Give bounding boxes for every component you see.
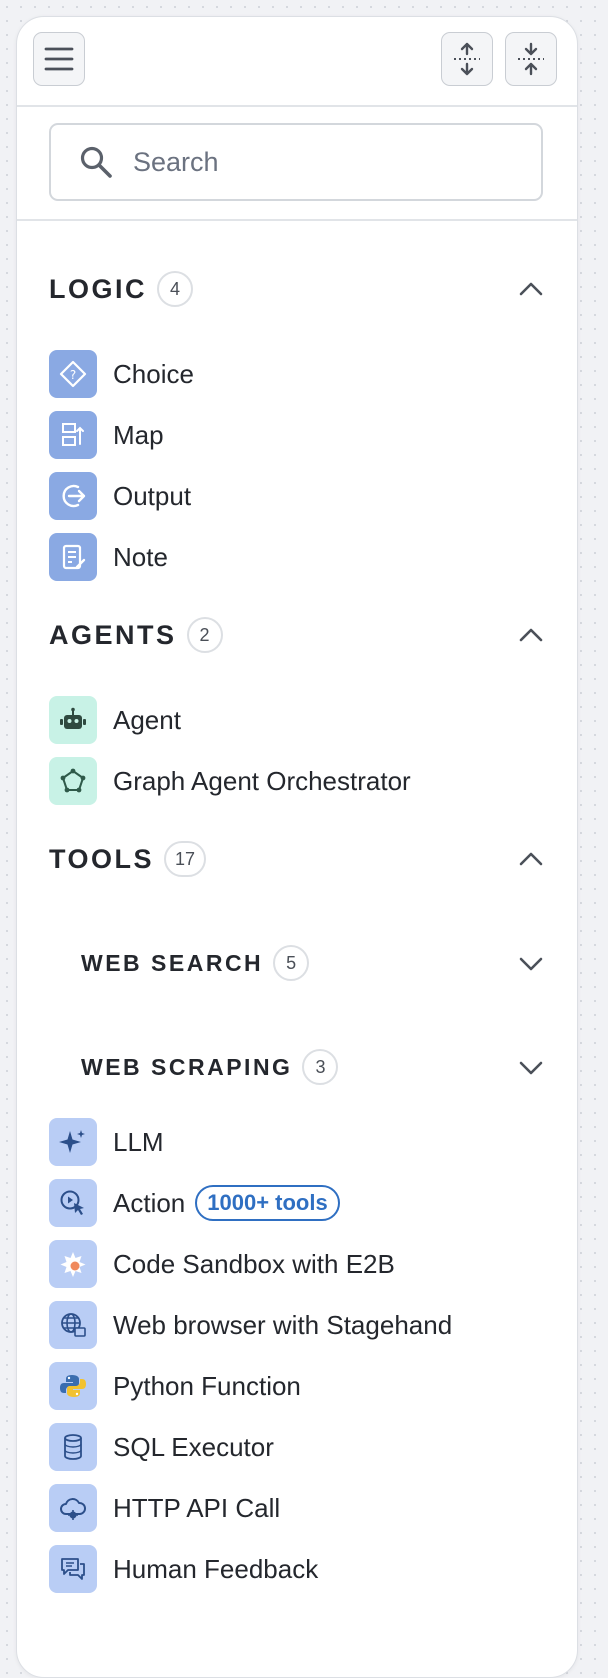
node-label: Map bbox=[113, 419, 164, 450]
hamburger-icon bbox=[44, 47, 74, 71]
node-label: Note bbox=[113, 541, 168, 572]
node-label: Output bbox=[113, 480, 192, 511]
node-label: Code Sandbox with E2B bbox=[113, 1248, 395, 1279]
count-badge: 2 bbox=[186, 617, 223, 653]
section-agents[interactable]: AGENTS 2 bbox=[49, 613, 545, 657]
section-title: LOGIC bbox=[49, 273, 147, 304]
node-label: Python Function bbox=[113, 1370, 301, 1401]
search-input[interactable] bbox=[131, 145, 495, 179]
node-label: SQL Executor bbox=[113, 1431, 274, 1462]
node-item-sql-executor[interactable]: SQL Executor bbox=[49, 1422, 274, 1472]
sparkle-icon bbox=[49, 1118, 97, 1166]
subsection-web-scraping[interactable]: WEB SCRAPING 3 bbox=[81, 1045, 545, 1089]
node-label: Agent bbox=[113, 704, 181, 735]
node-item-output[interactable]: Output bbox=[49, 471, 191, 521]
node-label: Human Feedback bbox=[113, 1553, 319, 1584]
section-title: TOOLS bbox=[49, 843, 155, 874]
globe-browser-icon bbox=[49, 1301, 97, 1349]
search-box[interactable] bbox=[49, 123, 543, 201]
count-badge: 5 bbox=[273, 945, 310, 981]
subsection-web-search[interactable]: WEB SEARCH 5 bbox=[81, 941, 545, 985]
tools-count-badge: 1000+ tools bbox=[195, 1185, 340, 1221]
section-title: AGENTS bbox=[49, 619, 177, 650]
cloud-api-icon bbox=[49, 1484, 97, 1532]
node-item-choice[interactable]: ? Choice bbox=[49, 349, 194, 399]
node-item-graph-agent-orchestrator[interactable]: Graph Agent Orchestrator bbox=[49, 756, 411, 806]
expand-all-button[interactable] bbox=[441, 32, 493, 86]
section-logic[interactable]: LOGIC 4 bbox=[49, 267, 545, 311]
panel-toolbar bbox=[17, 17, 577, 107]
node-label: Choice bbox=[113, 358, 194, 389]
node-item-http-api-call[interactable]: HTTP API Call bbox=[49, 1483, 280, 1533]
node-label: HTTP API Call bbox=[113, 1492, 281, 1523]
cursor-play-icon bbox=[49, 1179, 97, 1227]
output-icon bbox=[49, 472, 97, 520]
chevron-down-icon[interactable] bbox=[517, 949, 545, 977]
count-badge: 3 bbox=[302, 1049, 339, 1085]
count-badge: 4 bbox=[157, 271, 193, 307]
node-item-python-function[interactable]: Python Function bbox=[49, 1361, 301, 1411]
subsection-title: WEB SEARCH bbox=[81, 949, 264, 976]
chevron-up-icon[interactable] bbox=[517, 845, 545, 873]
chevron-down-icon[interactable] bbox=[517, 1053, 545, 1081]
search-icon bbox=[79, 145, 113, 179]
chat-feedback-icon bbox=[49, 1545, 97, 1593]
graph-icon bbox=[49, 757, 97, 805]
chevron-up-icon[interactable] bbox=[517, 275, 545, 303]
robot-icon bbox=[49, 696, 97, 744]
node-item-code-sandbox[interactable]: Code Sandbox with E2B bbox=[49, 1239, 395, 1289]
node-library-panel: LOGIC 4 ? Choice Map Output Note AGENTS … bbox=[16, 16, 578, 1678]
node-item-human-feedback[interactable]: Human Feedback bbox=[49, 1544, 318, 1594]
expand-all-icon bbox=[454, 42, 480, 76]
choice-icon: ? bbox=[49, 350, 97, 398]
node-item-note[interactable]: Note bbox=[49, 532, 168, 582]
map-icon bbox=[49, 411, 97, 459]
subsection-title: WEB SCRAPING bbox=[81, 1053, 293, 1080]
chevron-up-icon[interactable] bbox=[517, 621, 545, 649]
node-item-action[interactable]: Action 1000+ tools bbox=[49, 1178, 340, 1228]
node-label: Web browser with Stagehand bbox=[113, 1309, 453, 1340]
note-icon bbox=[49, 533, 97, 581]
node-item-llm[interactable]: LLM bbox=[49, 1117, 164, 1167]
count-badge: 17 bbox=[164, 841, 207, 877]
collapse-all-button[interactable] bbox=[505, 32, 557, 86]
python-icon bbox=[49, 1362, 97, 1410]
menu-button[interactable] bbox=[33, 32, 85, 86]
node-item-agent[interactable]: Agent bbox=[49, 695, 181, 745]
database-icon bbox=[49, 1423, 97, 1471]
e2b-icon bbox=[49, 1240, 97, 1288]
node-item-map[interactable]: Map bbox=[49, 410, 164, 460]
node-item-web-browser[interactable]: Web browser with Stagehand bbox=[49, 1300, 452, 1350]
collapse-all-icon bbox=[518, 42, 544, 76]
section-tools[interactable]: TOOLS 17 bbox=[49, 837, 545, 881]
node-label: Graph Agent Orchestrator bbox=[113, 765, 411, 796]
svg-text:?: ? bbox=[70, 368, 76, 382]
node-label: LLM bbox=[113, 1126, 164, 1157]
search-area bbox=[17, 107, 577, 221]
node-label: Action bbox=[113, 1187, 186, 1218]
